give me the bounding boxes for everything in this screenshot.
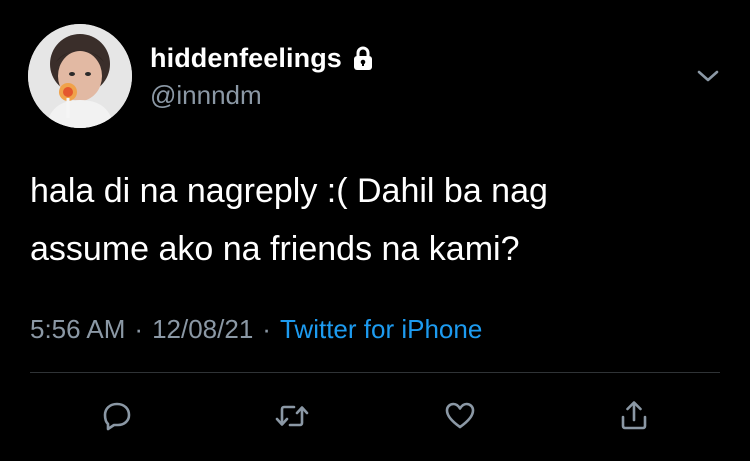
tweet-meta: 5:56 AM · 12/08/21 · Twitter for iPhone (30, 314, 482, 345)
share-button[interactable] (614, 396, 654, 436)
tweet-source-link[interactable]: Twitter for iPhone (280, 314, 482, 345)
tweet-time[interactable]: 5:56 AM (30, 314, 125, 345)
avatar[interactable] (28, 24, 132, 128)
action-bar (0, 396, 750, 436)
share-icon (621, 401, 647, 430)
display-name[interactable]: hiddenfeelings (150, 43, 342, 74)
reply-button[interactable] (97, 396, 137, 436)
lock-icon (350, 45, 376, 71)
meta-separator: · (262, 314, 271, 344)
user-handle[interactable]: @innndm (150, 80, 262, 111)
meta-separator: · (134, 314, 144, 344)
like-button[interactable] (440, 396, 480, 436)
tweet-text: hala di na nagreply :( Dahil ba nag assu… (30, 172, 548, 268)
reply-icon (103, 402, 131, 431)
tweet-card: hiddenfeelings @innndm hala di na nagrep… (0, 0, 750, 461)
chevron-down-icon[interactable] (694, 62, 722, 90)
retweet-icon (275, 405, 309, 427)
author-name-row[interactable]: hiddenfeelings (150, 40, 376, 76)
tweet-date[interactable]: 12/08/21 (152, 314, 253, 345)
avatar-photo (28, 24, 132, 128)
like-icon (445, 402, 475, 429)
divider (30, 372, 720, 373)
retweet-button[interactable] (272, 396, 312, 436)
